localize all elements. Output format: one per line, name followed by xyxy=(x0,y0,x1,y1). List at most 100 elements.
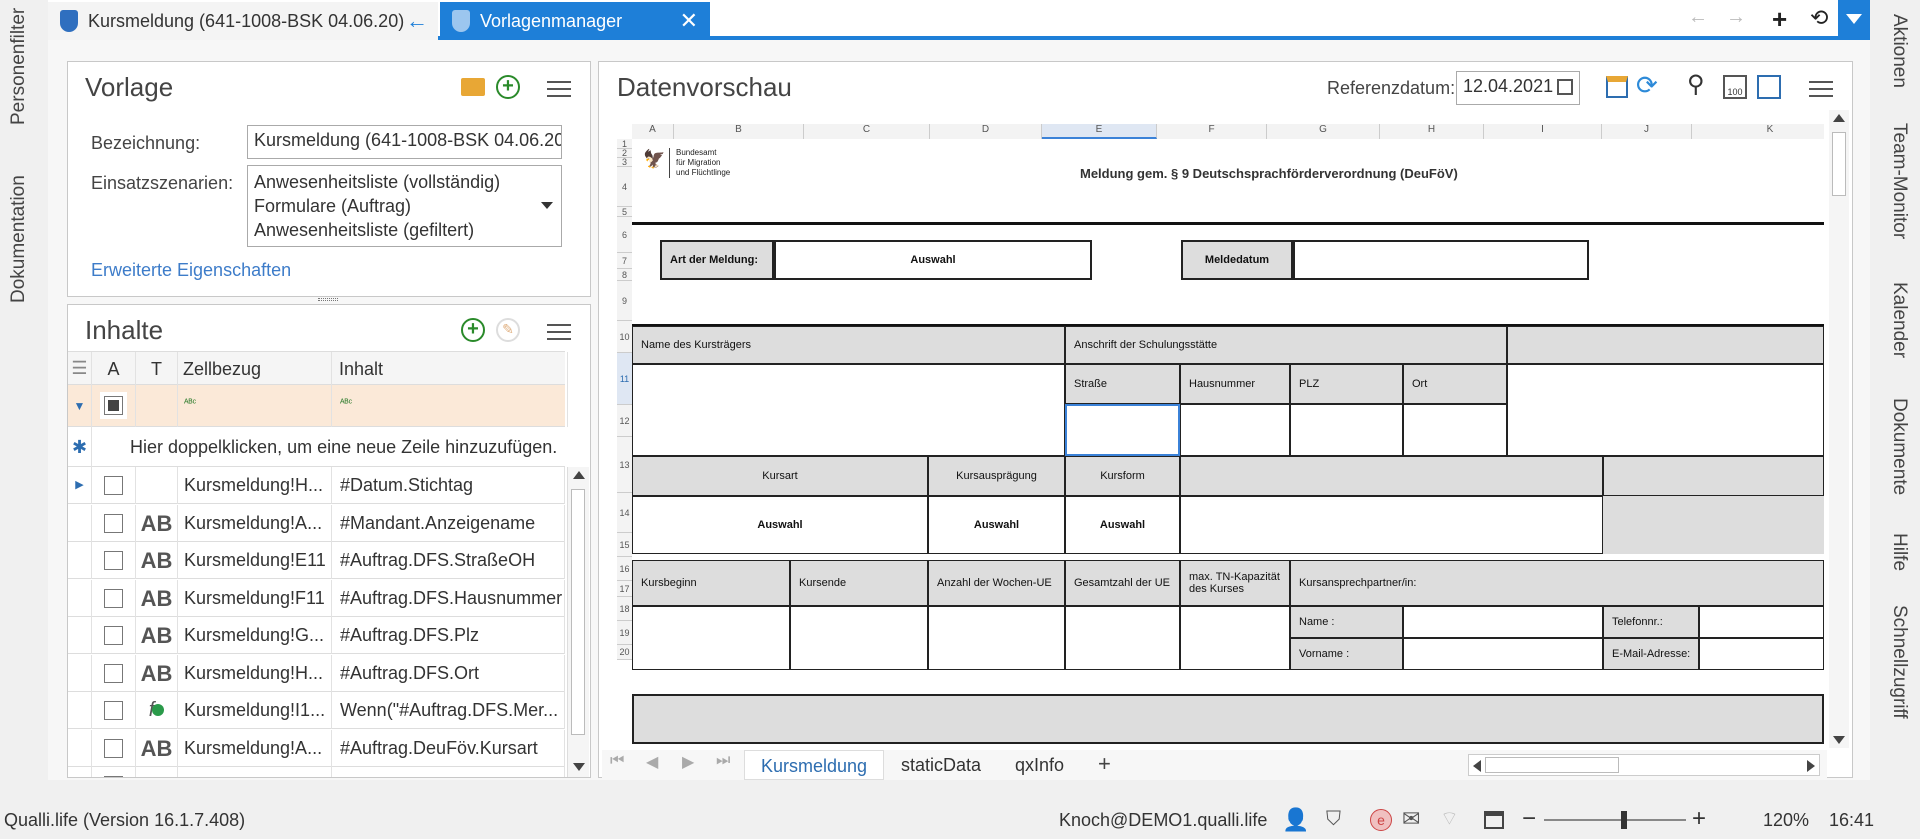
first-sheet-icon[interactable]: ⏮ xyxy=(610,752,624,770)
row-header[interactable]: 15 xyxy=(617,533,632,557)
row-zellbezug[interactable]: Kursmeldung!H... xyxy=(178,654,332,692)
row-header[interactable]: 18 xyxy=(617,597,632,621)
table-row[interactable]: AB Kursmeldung!H... #Auftrag.DFS.Ort xyxy=(68,654,565,692)
row-header[interactable]: 6 xyxy=(617,217,632,253)
row-header[interactable]: 14 xyxy=(617,493,632,533)
add-circle-icon[interactable]: + xyxy=(496,75,520,99)
refresh-icon[interactable]: ⟲ xyxy=(1810,5,1828,31)
folder-icon[interactable] xyxy=(461,78,485,96)
row-header[interactable]: 17 xyxy=(617,581,632,597)
row-checkbox[interactable] xyxy=(92,729,136,767)
tab-kursmeldung[interactable]: Kursmeldung (641-1008-BSK 04.06.20) ← xyxy=(48,2,438,40)
table-row[interactable]: AB Kursmeldung!F11 #Auftrag.DFS.Hausnummer xyxy=(68,579,565,617)
rail-team-monitor[interactable]: Team-Monitor xyxy=(1888,123,1910,239)
checkbox[interactable] xyxy=(104,776,123,777)
row-checkbox[interactable] xyxy=(92,654,136,692)
row-header[interactable]: 12 xyxy=(617,405,632,437)
row-zellbezug[interactable]: Kursmeldung!I1... xyxy=(178,692,332,729)
table-row[interactable]: AB Kursmeldung!D...#Auftrag.DeuFöv.Kursau… xyxy=(68,767,565,777)
row-zellbezug[interactable]: Kursmeldung!D... xyxy=(178,767,332,777)
col-header-zellbezug[interactable]: Zellbezug xyxy=(178,352,332,386)
search-icon[interactable]: ⚲ xyxy=(1687,70,1705,99)
table-row[interactable]: AB Kursmeldung!G... #Auftrag.DFS.Plz xyxy=(68,617,565,654)
add-circle-icon[interactable]: + xyxy=(461,318,485,342)
zoom-out-icon[interactable]: − xyxy=(1522,805,1536,833)
sheet-vertical-scrollbar[interactable] xyxy=(1829,110,1849,748)
row-checkbox[interactable] xyxy=(92,692,136,729)
row-header[interactable]: 4 xyxy=(617,167,632,207)
referenzdatum-input[interactable]: 12.04.2021 xyxy=(1456,71,1580,105)
row-checkbox[interactable] xyxy=(92,767,136,777)
add-icon[interactable]: + xyxy=(1772,4,1787,35)
col-header-a[interactable]: A xyxy=(92,352,136,386)
zoom-in-icon[interactable]: + xyxy=(1692,805,1706,833)
zoom-slider-thumb[interactable] xyxy=(1621,811,1627,829)
row-header[interactable]: 11 xyxy=(617,353,632,405)
column-header[interactable]: H xyxy=(1380,124,1484,139)
rail-personenfilter[interactable]: Personenfilter xyxy=(8,8,30,125)
bezeichnung-input[interactable]: Kursmeldung (641-1008-BSK 04.06.20 xyxy=(247,125,562,159)
next-sheet-icon[interactable]: ▶ xyxy=(682,752,694,772)
rail-hilfe[interactable]: Hilfe xyxy=(1888,533,1910,571)
vertical-scrollbar[interactable] xyxy=(567,467,589,777)
spreadsheet-preview[interactable]: ABCDEFGHIJK 1 2 3 4 5 6 7 8 9 10 11 12 13 14 15 16 17 18 1… xyxy=(617,124,1824,744)
tab-vorlagenmanager[interactable]: Vorlagenmanager ✕ xyxy=(440,2,710,40)
new-row[interactable]: ✱ Hier doppelklicken, um eine neue Zeile… xyxy=(68,427,565,467)
row-zellbezug[interactable]: Kursmeldung!H... xyxy=(178,467,332,504)
scroll-left-icon[interactable] xyxy=(1473,760,1481,772)
calendar-icon[interactable] xyxy=(1557,79,1573,95)
e-badge-icon[interactable]: e xyxy=(1370,809,1392,831)
row-header[interactable]: 3 xyxy=(617,158,632,167)
checkbox[interactable] xyxy=(104,738,123,758)
row-checkbox[interactable] xyxy=(92,467,136,504)
filter-row[interactable]: ▼ ᴬᴮᶜ ᴬᴮᶜ xyxy=(68,385,568,427)
rail-aktionen[interactable]: Aktionen xyxy=(1888,14,1910,88)
row-inhalt[interactable]: #Auftrag.DFS.Ort xyxy=(332,654,565,692)
column-header[interactable]: I xyxy=(1484,124,1602,139)
erweiterte-eigenschaften-link[interactable]: Erweiterte Eigenschaften xyxy=(91,260,291,281)
row-header[interactable]: 5 xyxy=(617,207,632,217)
row-inhalt[interactable]: #Auftrag.DFS.Hausnummer xyxy=(332,579,565,617)
back-icon[interactable]: ← xyxy=(1688,6,1708,29)
col-header-inhalt[interactable]: Inhalt xyxy=(332,352,568,386)
sheet-tab-qxinfo[interactable]: qxInfo xyxy=(1015,750,1064,780)
selected-cell[interactable] xyxy=(1065,404,1180,456)
row-header[interactable]: 20 xyxy=(617,645,632,660)
scroll-up-icon[interactable] xyxy=(573,471,585,479)
horizontal-scrollbar[interactable] xyxy=(1468,754,1820,776)
prev-sheet-icon[interactable]: ◀ xyxy=(646,752,658,772)
menu-icon[interactable] xyxy=(547,324,571,340)
table-row[interactable]: fKursmeldung!I1...Wenn("#Auftrag.DFS.Mer… xyxy=(68,692,565,729)
splitter-handle[interactable] xyxy=(318,298,338,301)
rail-kalender[interactable]: Kalender xyxy=(1888,282,1910,358)
row-header[interactable]: 10 xyxy=(617,321,632,353)
row-inhalt[interactable]: #Auftrag.DFS.StraßeOH xyxy=(332,542,565,579)
row-inhalt[interactable]: Wenn("#Auftrag.DFS.Mer... xyxy=(332,692,565,729)
row-header[interactable]: 9 xyxy=(617,281,632,321)
add-sheet-icon[interactable]: + xyxy=(1098,751,1111,777)
column-header[interactable]: A xyxy=(632,124,674,139)
row-zellbezug[interactable]: Kursmeldung!F11 xyxy=(178,579,332,617)
column-header[interactable]: C xyxy=(804,124,930,139)
scroll-right-icon[interactable] xyxy=(1807,760,1815,772)
grid-menu-icon[interactable]: ☰ xyxy=(68,352,92,386)
column-header[interactable]: F xyxy=(1157,124,1267,139)
table-row[interactable]: AB Kursmeldung!A... #Auftrag.DeuFöv.Kursar… xyxy=(68,729,565,767)
col-header-t[interactable]: T xyxy=(136,352,178,386)
mail-icon[interactable]: ✉ xyxy=(1402,806,1420,832)
row-zellbezug[interactable]: Kursmeldung!G... xyxy=(178,617,332,654)
einsatz-select[interactable]: Anwesenheitsliste (vollständig) Formular… xyxy=(247,165,562,247)
menu-icon[interactable] xyxy=(547,81,571,97)
sheet-tab-staticdata[interactable]: staticData xyxy=(901,750,981,780)
row-header[interactable]: 16 xyxy=(617,557,632,581)
row-inhalt[interactable]: #Auftrag.DeuFöv.Kursart xyxy=(332,729,565,767)
row-checkbox[interactable] xyxy=(92,617,136,654)
shield-check-icon[interactable]: ⛉ xyxy=(1326,808,1341,831)
scroll-thumb[interactable] xyxy=(571,489,585,735)
checkbox[interactable] xyxy=(104,626,123,645)
row-header[interactable]: 13 xyxy=(617,437,632,493)
row-zellbezug[interactable]: Kursmeldung!A... xyxy=(178,504,332,542)
forward-icon[interactable]: → xyxy=(1726,6,1746,29)
rail-dokumentation[interactable]: Dokumentation xyxy=(8,175,30,303)
row-checkbox[interactable] xyxy=(92,579,136,617)
